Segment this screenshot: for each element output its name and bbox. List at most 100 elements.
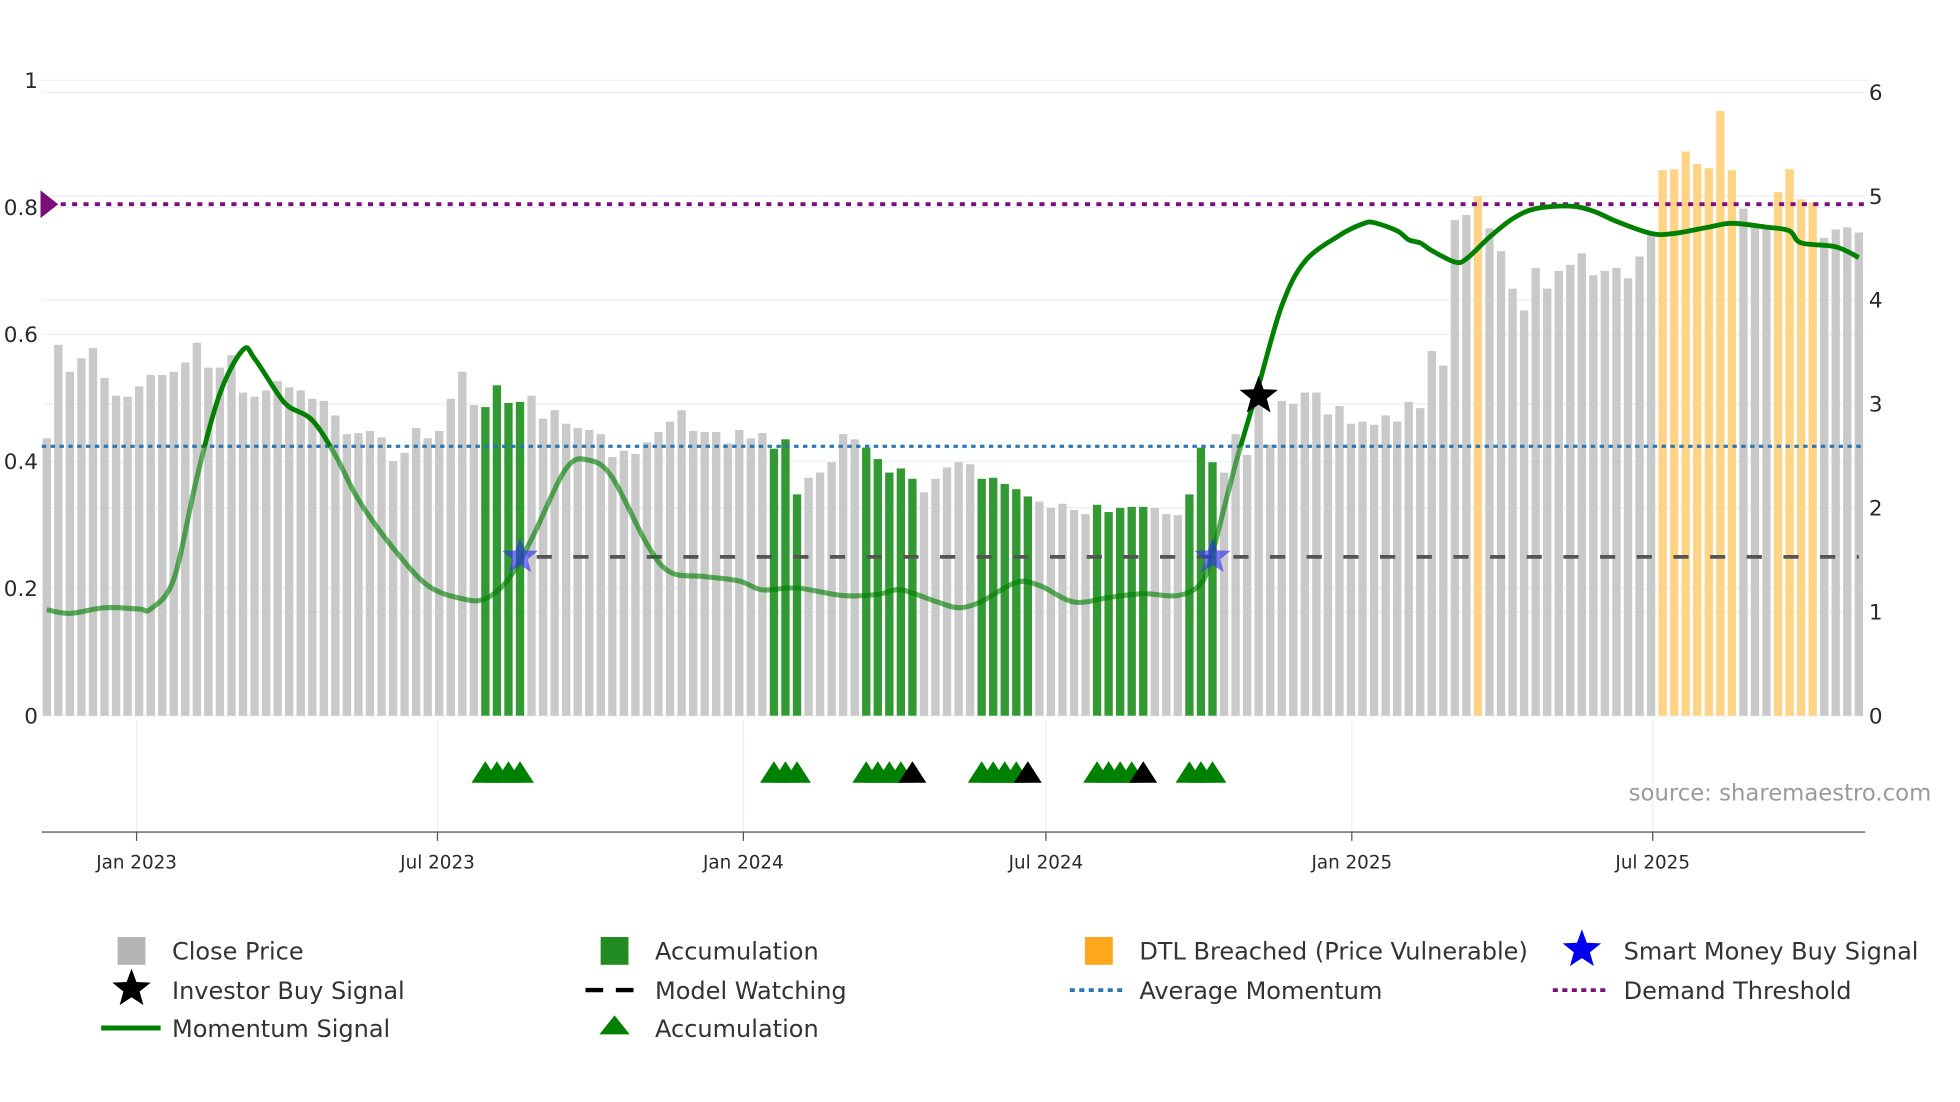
close-price-bar xyxy=(1635,256,1644,716)
right-axis-tick-label: 4 xyxy=(1869,289,1883,314)
close-price-bar xyxy=(931,478,940,716)
legend-triangle-icon xyxy=(599,1015,630,1035)
close-price-bar xyxy=(1069,509,1079,716)
accumulation-bar xyxy=(504,402,513,716)
close-price-bar xyxy=(273,381,282,716)
dtl-breached-bar xyxy=(1773,192,1783,716)
close-price-bar xyxy=(158,374,167,716)
close-price-bar xyxy=(250,396,259,716)
close-price-bar xyxy=(585,429,594,716)
close-price-bar xyxy=(1254,402,1263,716)
left-axis-tick-label: 0.2 xyxy=(4,577,38,602)
accumulation-bar xyxy=(908,478,917,716)
accumulation-bar xyxy=(1208,462,1217,716)
close-price-bar xyxy=(365,431,375,716)
close-price-bar xyxy=(54,344,63,716)
close-price-bar xyxy=(1762,228,1771,716)
close-price-bar xyxy=(319,400,328,716)
close-price-bar xyxy=(1750,226,1760,716)
dtl-breached-bar xyxy=(1473,196,1483,716)
close-price-bar xyxy=(1150,507,1159,716)
source-label: source: sharemaestro.com xyxy=(1629,780,1932,806)
close-price-bar xyxy=(88,347,98,716)
dtl-breached-bar xyxy=(1727,170,1737,716)
close-price-bar xyxy=(1589,275,1598,716)
momentum-line-below-average xyxy=(46,446,1244,616)
legend-accumulation-bar: Accumulation xyxy=(655,938,819,966)
close-price-bar xyxy=(1543,288,1552,716)
close-price-bar xyxy=(1554,270,1563,716)
close-price-bar xyxy=(1450,220,1460,716)
legend-demand-threshold: Demand Threshold xyxy=(1624,977,1852,1005)
close-price-bar xyxy=(1600,270,1610,716)
close-price-bar xyxy=(746,438,756,716)
close-price-bar xyxy=(1358,421,1367,716)
accumulation-bar xyxy=(862,447,871,716)
legend-momentum-signal: Momentum Signal xyxy=(172,1015,390,1043)
accumulation-bar xyxy=(1012,489,1021,716)
accumulation-bar xyxy=(481,407,490,716)
close-price-bar xyxy=(215,367,225,716)
legend-model-watching: Model Watching xyxy=(655,977,847,1005)
dtl-breached-bar xyxy=(1808,202,1817,716)
legend-black-star-icon xyxy=(112,968,151,1006)
close-price-bar xyxy=(1323,414,1333,716)
price-bars xyxy=(42,110,1863,716)
close-price-bar xyxy=(1566,264,1575,716)
close-price-bar xyxy=(919,492,929,716)
demand-threshold-diamond-icon xyxy=(40,190,59,219)
close-price-bar xyxy=(1035,501,1044,716)
close-price-bar xyxy=(1462,214,1471,716)
right-axis-tick-label: 6 xyxy=(1869,81,1883,106)
close-price-bar xyxy=(1392,421,1402,716)
close-price-bar xyxy=(608,456,617,716)
legend-smart-money: Smart Money Buy Signal xyxy=(1624,938,1919,966)
close-price-bar xyxy=(1369,424,1379,716)
accumulation-bar xyxy=(769,448,779,716)
x-tick-label: Jul 2025 xyxy=(1614,853,1690,874)
close-price-bar xyxy=(1496,251,1506,716)
close-price-bar xyxy=(1300,392,1310,716)
close-price-bar xyxy=(1289,403,1298,716)
close-price-bar xyxy=(111,395,121,716)
accumulation-bar xyxy=(1092,504,1102,716)
close-price-bar xyxy=(1577,253,1586,716)
close-price-bar xyxy=(469,405,479,716)
legend-close-price: Close Price xyxy=(172,938,304,966)
legend-accumulation-marker: Accumulation xyxy=(655,1015,819,1043)
x-tick-label: Jul 2023 xyxy=(399,853,475,874)
accumulation-bar xyxy=(1000,483,1009,716)
close-price-bar xyxy=(1439,365,1448,716)
accumulation-bar xyxy=(1185,494,1194,716)
left-axis-tick-label: 0.8 xyxy=(4,196,38,221)
momentum-line-above-average xyxy=(202,203,1860,447)
close-price-bar xyxy=(1381,415,1390,716)
x-tick-label: Jan 2024 xyxy=(702,853,784,874)
close-price-bar xyxy=(654,432,663,716)
close-price-bar xyxy=(435,431,444,716)
close-price-bar xyxy=(134,386,144,716)
legend-close-price-swatch xyxy=(117,936,146,965)
close-price-bar xyxy=(804,477,813,716)
x-tick-label: Jan 2025 xyxy=(1310,853,1392,874)
close-price-bar xyxy=(596,434,605,716)
close-price-bar xyxy=(850,439,859,716)
close-price-bar xyxy=(146,374,155,716)
close-price-bar xyxy=(838,434,848,716)
close-price-bar xyxy=(42,438,51,716)
legend-dtl-breached: DTL Breached (Price Vulnerable) xyxy=(1139,938,1528,966)
dtl-breached-bar xyxy=(1716,110,1725,716)
accumulation-bar xyxy=(1139,506,1148,716)
close-price-bar xyxy=(458,371,467,716)
accumulation-bar xyxy=(792,494,802,716)
close-price-bar xyxy=(827,462,836,716)
momentum-signal-line xyxy=(46,203,1860,616)
close-price-bar xyxy=(688,431,698,716)
close-price-bar xyxy=(1831,229,1840,716)
close-price-bar xyxy=(1531,267,1540,716)
legend-blue-star-icon xyxy=(1562,929,1602,966)
dtl-breached-bar xyxy=(1796,199,1806,716)
close-price-bar xyxy=(1081,514,1090,716)
close-price-bar xyxy=(631,453,640,716)
close-price-bar xyxy=(192,342,202,716)
